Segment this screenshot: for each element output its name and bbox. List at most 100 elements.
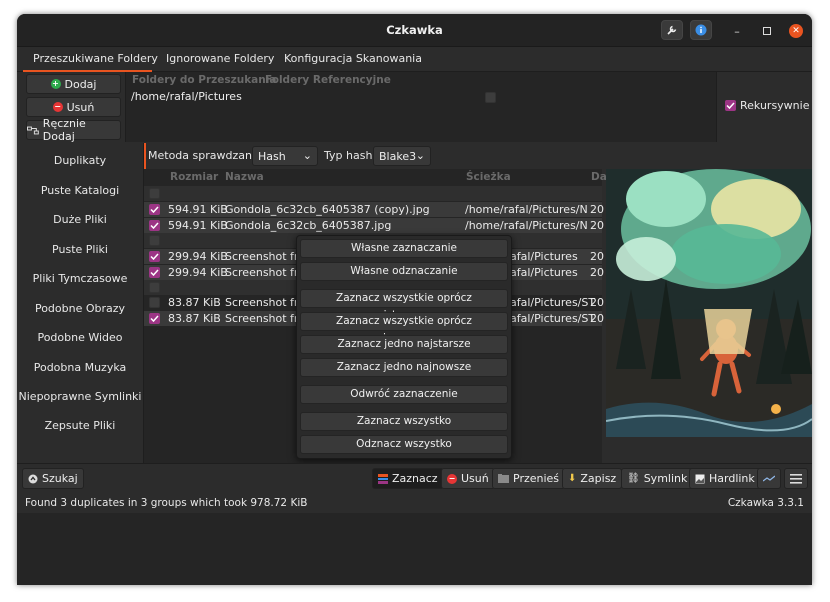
- selection-popover: Własne zaznaczanie Własne odznaczanie Za…: [296, 235, 512, 459]
- custom-select-button[interactable]: Własne zaznaczanie: [300, 239, 508, 258]
- manual-add-button[interactable]: Ręcznie Dodaj: [26, 117, 121, 143]
- hash-select[interactable]: Blake3 ⌄: [373, 146, 431, 166]
- folders-table: Foldery do Przeszukania Foldery Referenc…: [125, 72, 717, 142]
- table-row[interactable]: 594.91 KiB Gondola_6c32cb_6405387 (copy)…: [144, 202, 604, 217]
- select-all-except-oldest-button[interactable]: Zaznacz wszystkie oprócz najstarszego: [300, 289, 508, 321]
- group-checkbox[interactable]: [149, 235, 160, 246]
- method-value: Hash: [258, 150, 286, 163]
- folder-path[interactable]: /home/rafal/Pictures: [131, 90, 242, 103]
- settings-button[interactable]: [661, 20, 683, 40]
- nav-empty-folders[interactable]: Puste Katalogi: [17, 184, 143, 197]
- image-icon: [695, 474, 705, 483]
- remove-folder-button[interactable]: − Usuń: [26, 97, 121, 117]
- method-select[interactable]: Hash ⌄: [252, 146, 318, 166]
- tab-searched-folders[interactable]: Przeszukiwane Foldery: [33, 52, 158, 65]
- save-icon: ⬇: [568, 473, 577, 484]
- about-button[interactable]: [690, 20, 712, 40]
- toggle-preview-button[interactable]: [757, 468, 781, 489]
- maximize-icon: [763, 27, 771, 35]
- row-name: Screenshot fro: [225, 250, 305, 263]
- col-path[interactable]: Ścieżka: [466, 171, 511, 183]
- row-path: afal/Pictures/ST: [510, 296, 596, 309]
- maximize-button[interactable]: [760, 24, 774, 38]
- folder-tree-icon: [27, 126, 39, 134]
- row-size: 299.94 KiB: [168, 250, 228, 263]
- move-label: Przenieś: [513, 472, 560, 485]
- select-one-oldest-button[interactable]: Zaznacz jedno najstarsze: [300, 335, 508, 354]
- select-all-except-newest-button[interactable]: Zaznacz wszystkie oprócz najnowszego: [300, 312, 508, 344]
- col-date[interactable]: Da: [591, 171, 607, 183]
- row-date: 20: [590, 312, 604, 325]
- row-date: 20: [590, 266, 604, 279]
- tab-scan-config[interactable]: Konfiguracja Skanowania: [284, 52, 422, 65]
- select-button[interactable]: Zaznacz: [372, 468, 444, 489]
- row-checkbox[interactable]: [149, 297, 160, 308]
- col-folders: Foldery do Przeszukania: [132, 74, 277, 86]
- row-checkbox[interactable]: [149, 313, 160, 324]
- add-folder-button[interactable]: + Dodaj: [26, 74, 121, 94]
- row-date: 20: [590, 203, 604, 216]
- menu-icon: [790, 473, 802, 484]
- row-path: afal/Pictures/ST: [510, 312, 596, 325]
- nav-broken-files[interactable]: Zepsute Pliki: [17, 419, 143, 432]
- tool-sidebar: Duplikaty Puste Katalogi Duże Pliki Pust…: [17, 143, 143, 463]
- row-checkbox[interactable]: [149, 267, 160, 278]
- select-all-button[interactable]: Zaznacz wszystko: [300, 412, 508, 431]
- col-size[interactable]: Rozmiar: [170, 171, 218, 183]
- table-row[interactable]: 594.91 KiB Gondola_6c32cb_6405387.jpg /h…: [144, 218, 604, 233]
- save-label: Zapisz: [580, 472, 617, 485]
- group-checkbox[interactable]: [149, 282, 160, 293]
- hardlink-button[interactable]: Hardlink: [689, 468, 761, 489]
- recursive-toggle[interactable]: Rekursywnie: [725, 99, 809, 112]
- row-size: 299.94 KiB: [168, 266, 228, 279]
- row-checkbox[interactable]: [149, 251, 160, 262]
- nav-invalid-symlinks[interactable]: Niepoprawne Symlinki: [17, 390, 143, 403]
- search-icon: [28, 474, 38, 483]
- select-label: Zaznacz: [392, 472, 438, 485]
- nav-big-files[interactable]: Duże Pliki: [17, 213, 143, 226]
- reference-checkbox[interactable]: [485, 92, 496, 103]
- group-checkbox[interactable]: [149, 188, 160, 199]
- nav-similar-music[interactable]: Podobna Muzyka: [17, 361, 143, 374]
- close-button[interactable]: ✕: [789, 24, 803, 38]
- nav-empty-files[interactable]: Puste Pliki: [17, 243, 143, 256]
- folder-icon: [498, 474, 509, 483]
- select-one-newest-button[interactable]: Zaznacz jedno najnowsze: [300, 358, 508, 377]
- row-size: 83.87 KiB: [168, 312, 221, 325]
- folder-tabs: Przeszukiwane Foldery Ignorowane Foldery…: [17, 47, 812, 72]
- folders-panel: + Dodaj − Usuń Ręcznie Dodaj Foldery do …: [17, 72, 812, 143]
- save-button[interactable]: ⬇ Zapisz: [562, 468, 623, 489]
- menu-button[interactable]: [784, 468, 808, 489]
- nav-similar-images[interactable]: Podobne Obrazy: [17, 302, 143, 315]
- minus-icon: −: [52, 102, 63, 112]
- row-date: 20: [590, 250, 604, 263]
- app-window: Czkawka – ✕ Przeszukiwane Foldery Ignoro…: [17, 14, 812, 585]
- trash-icon: −: [447, 473, 457, 484]
- nav-duplicates[interactable]: Duplikaty: [17, 154, 143, 167]
- move-button[interactable]: Przenieś: [492, 468, 566, 489]
- delete-button[interactable]: − Usuń: [441, 468, 495, 489]
- tab-ignored-folders[interactable]: Ignorowane Foldery: [166, 52, 274, 65]
- nav-temp-files[interactable]: Pliki Tymczasowe: [17, 272, 143, 285]
- link-icon: ⛓: [627, 473, 640, 484]
- symlink-button[interactable]: ⛓ Symlink: [621, 468, 694, 489]
- symlink-label: Symlink: [643, 472, 688, 485]
- row-date: 20: [590, 296, 604, 309]
- row-path: afal/Pictures: [510, 250, 578, 263]
- row-name: Screenshot fro: [225, 312, 305, 325]
- nav-similar-videos[interactable]: Podobne Wideo: [17, 331, 143, 344]
- col-name[interactable]: Nazwa: [225, 171, 264, 183]
- row-path: /home/rafal/Pictures/N: [465, 219, 588, 232]
- invert-selection-button[interactable]: Odwróć zaznaczenie: [300, 385, 508, 404]
- minimize-button[interactable]: –: [730, 24, 744, 38]
- custom-unselect-button[interactable]: Własne odznaczanie: [300, 262, 508, 281]
- recursive-label: Rekursywnie: [740, 99, 810, 112]
- log-panel: [17, 513, 812, 585]
- row-checkbox[interactable]: [149, 220, 160, 231]
- unselect-all-button[interactable]: Odznacz wszystko: [300, 435, 508, 454]
- plus-icon: +: [50, 79, 61, 89]
- row-size: 594.91 KiB: [168, 203, 228, 216]
- row-checkbox[interactable]: [149, 204, 160, 215]
- search-button[interactable]: Szukaj: [22, 468, 84, 489]
- row-name: Screenshot fro: [225, 296, 305, 309]
